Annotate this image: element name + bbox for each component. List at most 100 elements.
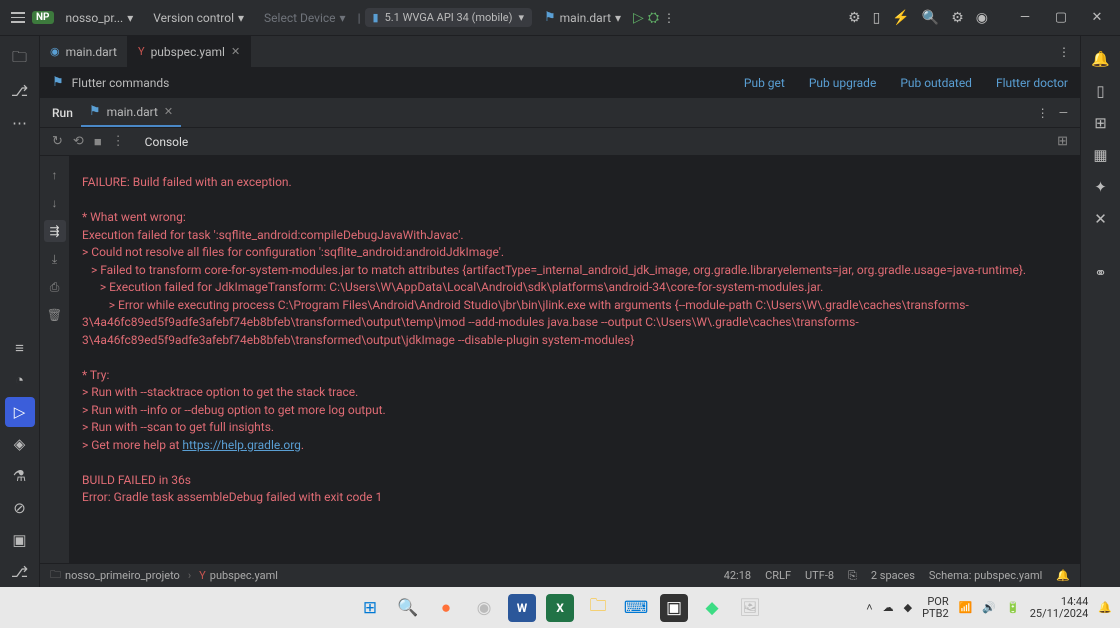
vcs-dropdown[interactable]: Version control ▾ bbox=[145, 7, 252, 29]
run-panel-header: Run ⚑ main.dart ✕ ⋮ — bbox=[40, 98, 1080, 128]
tab-main-dart[interactable]: ◉ main.dart bbox=[40, 36, 128, 67]
tab-more-icon[interactable]: ⋮ bbox=[1048, 36, 1080, 67]
commit-tool-icon[interactable]: ⎇ bbox=[5, 76, 35, 106]
language-indicator[interactable]: POR PTB2 bbox=[922, 596, 949, 620]
console-more-icon[interactable]: ⋮ bbox=[112, 134, 125, 149]
cpu-rail-icon[interactable]: ▦ bbox=[1086, 140, 1116, 170]
maximize-icon[interactable]: ▢ bbox=[1046, 10, 1076, 25]
menu-icon[interactable] bbox=[8, 8, 28, 28]
breadcrumb-project[interactable]: nosso_primeiro_projeto bbox=[65, 569, 180, 582]
schema[interactable]: Schema: pubspec.yaml bbox=[929, 569, 1042, 582]
notifications-rail-icon[interactable]: 🔔 bbox=[1086, 44, 1116, 74]
explorer-icon[interactable]: 🗀 bbox=[584, 594, 612, 622]
gem-tool-icon[interactable]: ◈ bbox=[5, 429, 35, 459]
notifications-tray-icon[interactable]: 🔔 bbox=[1098, 601, 1112, 614]
terminal-icon[interactable]: ▣ bbox=[660, 594, 688, 622]
pie-tool-icon[interactable]: ◔ bbox=[5, 365, 35, 395]
android-studio-icon[interactable]: ◆ bbox=[698, 594, 726, 622]
gradle-help-link[interactable]: https://help.gradle.org bbox=[182, 438, 301, 452]
scroll-end-icon[interactable]: ⤓ bbox=[44, 248, 66, 270]
clock[interactable]: 14:4425/11/2024 bbox=[1030, 596, 1089, 620]
console-output[interactable]: FAILURE: Build failed with an exception.… bbox=[70, 156, 1080, 563]
search-taskbar-icon[interactable]: 🔍 bbox=[394, 594, 422, 622]
code-with-me-icon[interactable]: ⚙ bbox=[848, 10, 861, 26]
pub-upgrade-link[interactable]: Pub upgrade bbox=[809, 76, 876, 90]
line-col[interactable]: 42:18 bbox=[724, 569, 751, 582]
flutter-icon: ⚑ bbox=[544, 10, 556, 25]
print-icon[interactable]: ⎙ bbox=[44, 276, 66, 298]
ai-rail-icon[interactable]: ✦ bbox=[1086, 172, 1116, 202]
settings-icon[interactable]: ⚙ bbox=[951, 10, 964, 26]
problems-tool-icon[interactable]: ⊘ bbox=[5, 493, 35, 523]
statusbar: 🗀 nosso_primeiro_projeto › Y pubspec.yam… bbox=[40, 563, 1080, 587]
readonly-icon[interactable]: ⎘ bbox=[848, 569, 857, 583]
soft-wrap-icon[interactable]: ⇶ bbox=[44, 220, 66, 242]
run-more-icon[interactable]: ⋮ bbox=[1037, 106, 1049, 120]
close-icon[interactable]: ✕ bbox=[1082, 10, 1112, 25]
tray-chevron-icon[interactable]: ˄ bbox=[866, 601, 872, 614]
restart-icon[interactable]: ⟲ bbox=[73, 134, 84, 149]
phone-icon: ▮ bbox=[373, 11, 379, 24]
pub-get-link[interactable]: Pub get bbox=[744, 76, 785, 90]
console-gutter: ↑ ↓ ⇶ ⤓ ⎙ 🗑 bbox=[40, 156, 70, 563]
divider: | bbox=[358, 11, 361, 25]
terminal-tool-icon[interactable]: ▣ bbox=[5, 525, 35, 555]
layout-icon[interactable]: ⊞ bbox=[1057, 134, 1068, 149]
tools-rail-icon[interactable]: ✕ bbox=[1086, 204, 1116, 234]
wifi-icon[interactable]: 📶 bbox=[959, 601, 973, 614]
flutter-icon: ⚑ bbox=[89, 104, 101, 119]
minimize-icon[interactable]: — bbox=[1010, 10, 1040, 25]
vcs-tool-icon[interactable]: ⎇ bbox=[5, 557, 35, 587]
project-dropdown[interactable]: nosso_pr... ▾ bbox=[58, 7, 142, 29]
search-icon[interactable]: 🔍 bbox=[922, 10, 939, 26]
inspect-tool-icon[interactable]: ⚗ bbox=[5, 461, 35, 491]
run-icon[interactable]: ▷ bbox=[633, 10, 644, 26]
run-config-dropdown[interactable]: ⚑main.dart ▾ bbox=[536, 6, 629, 29]
vscode-icon[interactable]: ⌨ bbox=[622, 594, 650, 622]
tray-app-icon[interactable]: ◆ bbox=[904, 601, 912, 614]
flutter-doctor-link[interactable]: Flutter doctor bbox=[996, 76, 1068, 90]
word-icon[interactable]: W bbox=[508, 594, 536, 622]
device-manager-icon[interactable]: ▯ bbox=[873, 10, 881, 26]
run-tab-close-icon[interactable]: ✕ bbox=[164, 105, 173, 118]
dart-icon: ◉ bbox=[50, 45, 60, 58]
device-rail-icon[interactable]: ▯ bbox=[1086, 76, 1116, 106]
rerun-icon[interactable]: ↻ bbox=[52, 134, 63, 149]
device-selector[interactable]: ▮ 5.1 WVGA API 34 (mobile) ▾ bbox=[365, 8, 532, 27]
pub-outdated-link[interactable]: Pub outdated bbox=[900, 76, 972, 90]
structure-tool-icon[interactable]: ≡ bbox=[5, 333, 35, 363]
select-device-dropdown[interactable]: Select Device ▾ bbox=[256, 7, 354, 29]
encoding[interactable]: UTF-8 bbox=[805, 569, 834, 582]
yaml-icon: Y bbox=[138, 45, 145, 58]
run-tab-main-dart[interactable]: ⚑ main.dart ✕ bbox=[81, 98, 181, 127]
debug-icon[interactable]: ⛭ bbox=[648, 10, 659, 26]
account-icon[interactable]: ◉ bbox=[976, 10, 988, 26]
run-tool-icon[interactable]: ▷ bbox=[5, 397, 35, 427]
layout-rail-icon[interactable]: ⊞ bbox=[1086, 108, 1116, 138]
chrome-icon[interactable]: ◉ bbox=[470, 594, 498, 622]
onedrive-icon[interactable]: ☁ bbox=[883, 601, 894, 614]
battery-icon[interactable]: 🔋 bbox=[1006, 601, 1020, 614]
yaml-icon: Y bbox=[199, 569, 206, 582]
clear-icon[interactable]: 🗑 bbox=[44, 304, 66, 326]
more-icon[interactable]: ⋮ bbox=[663, 11, 675, 25]
project-tool-icon[interactable]: 🗀 bbox=[5, 44, 35, 74]
tab-pubspec-yaml[interactable]: Y pubspec.yaml ✕ bbox=[128, 36, 251, 67]
excel-icon[interactable]: X bbox=[546, 594, 574, 622]
link-rail-icon[interactable]: ⚭ bbox=[1086, 258, 1116, 288]
volume-icon[interactable]: 🔊 bbox=[982, 601, 996, 614]
notifications-icon[interactable]: 🔔 bbox=[1056, 569, 1070, 582]
run-minimize-icon[interactable]: — bbox=[1059, 106, 1068, 120]
breadcrumb-file[interactable]: pubspec.yaml bbox=[210, 569, 278, 582]
indent[interactable]: 2 spaces bbox=[871, 569, 915, 582]
scroll-down-icon[interactable]: ↓ bbox=[44, 192, 66, 214]
scroll-up-icon[interactable]: ↑ bbox=[44, 164, 66, 186]
image-icon[interactable]: 🖼 bbox=[736, 594, 764, 622]
firefox-icon[interactable]: ● bbox=[432, 594, 460, 622]
tab-close-icon[interactable]: ✕ bbox=[231, 45, 240, 58]
start-icon[interactable]: ⊞ bbox=[356, 594, 384, 622]
line-separator[interactable]: CRLF bbox=[765, 569, 791, 582]
more-tools-icon[interactable]: ⋯ bbox=[5, 108, 35, 138]
lightning-icon[interactable]: ⚡ bbox=[892, 10, 909, 26]
stop-icon[interactable]: ■ bbox=[94, 134, 102, 150]
